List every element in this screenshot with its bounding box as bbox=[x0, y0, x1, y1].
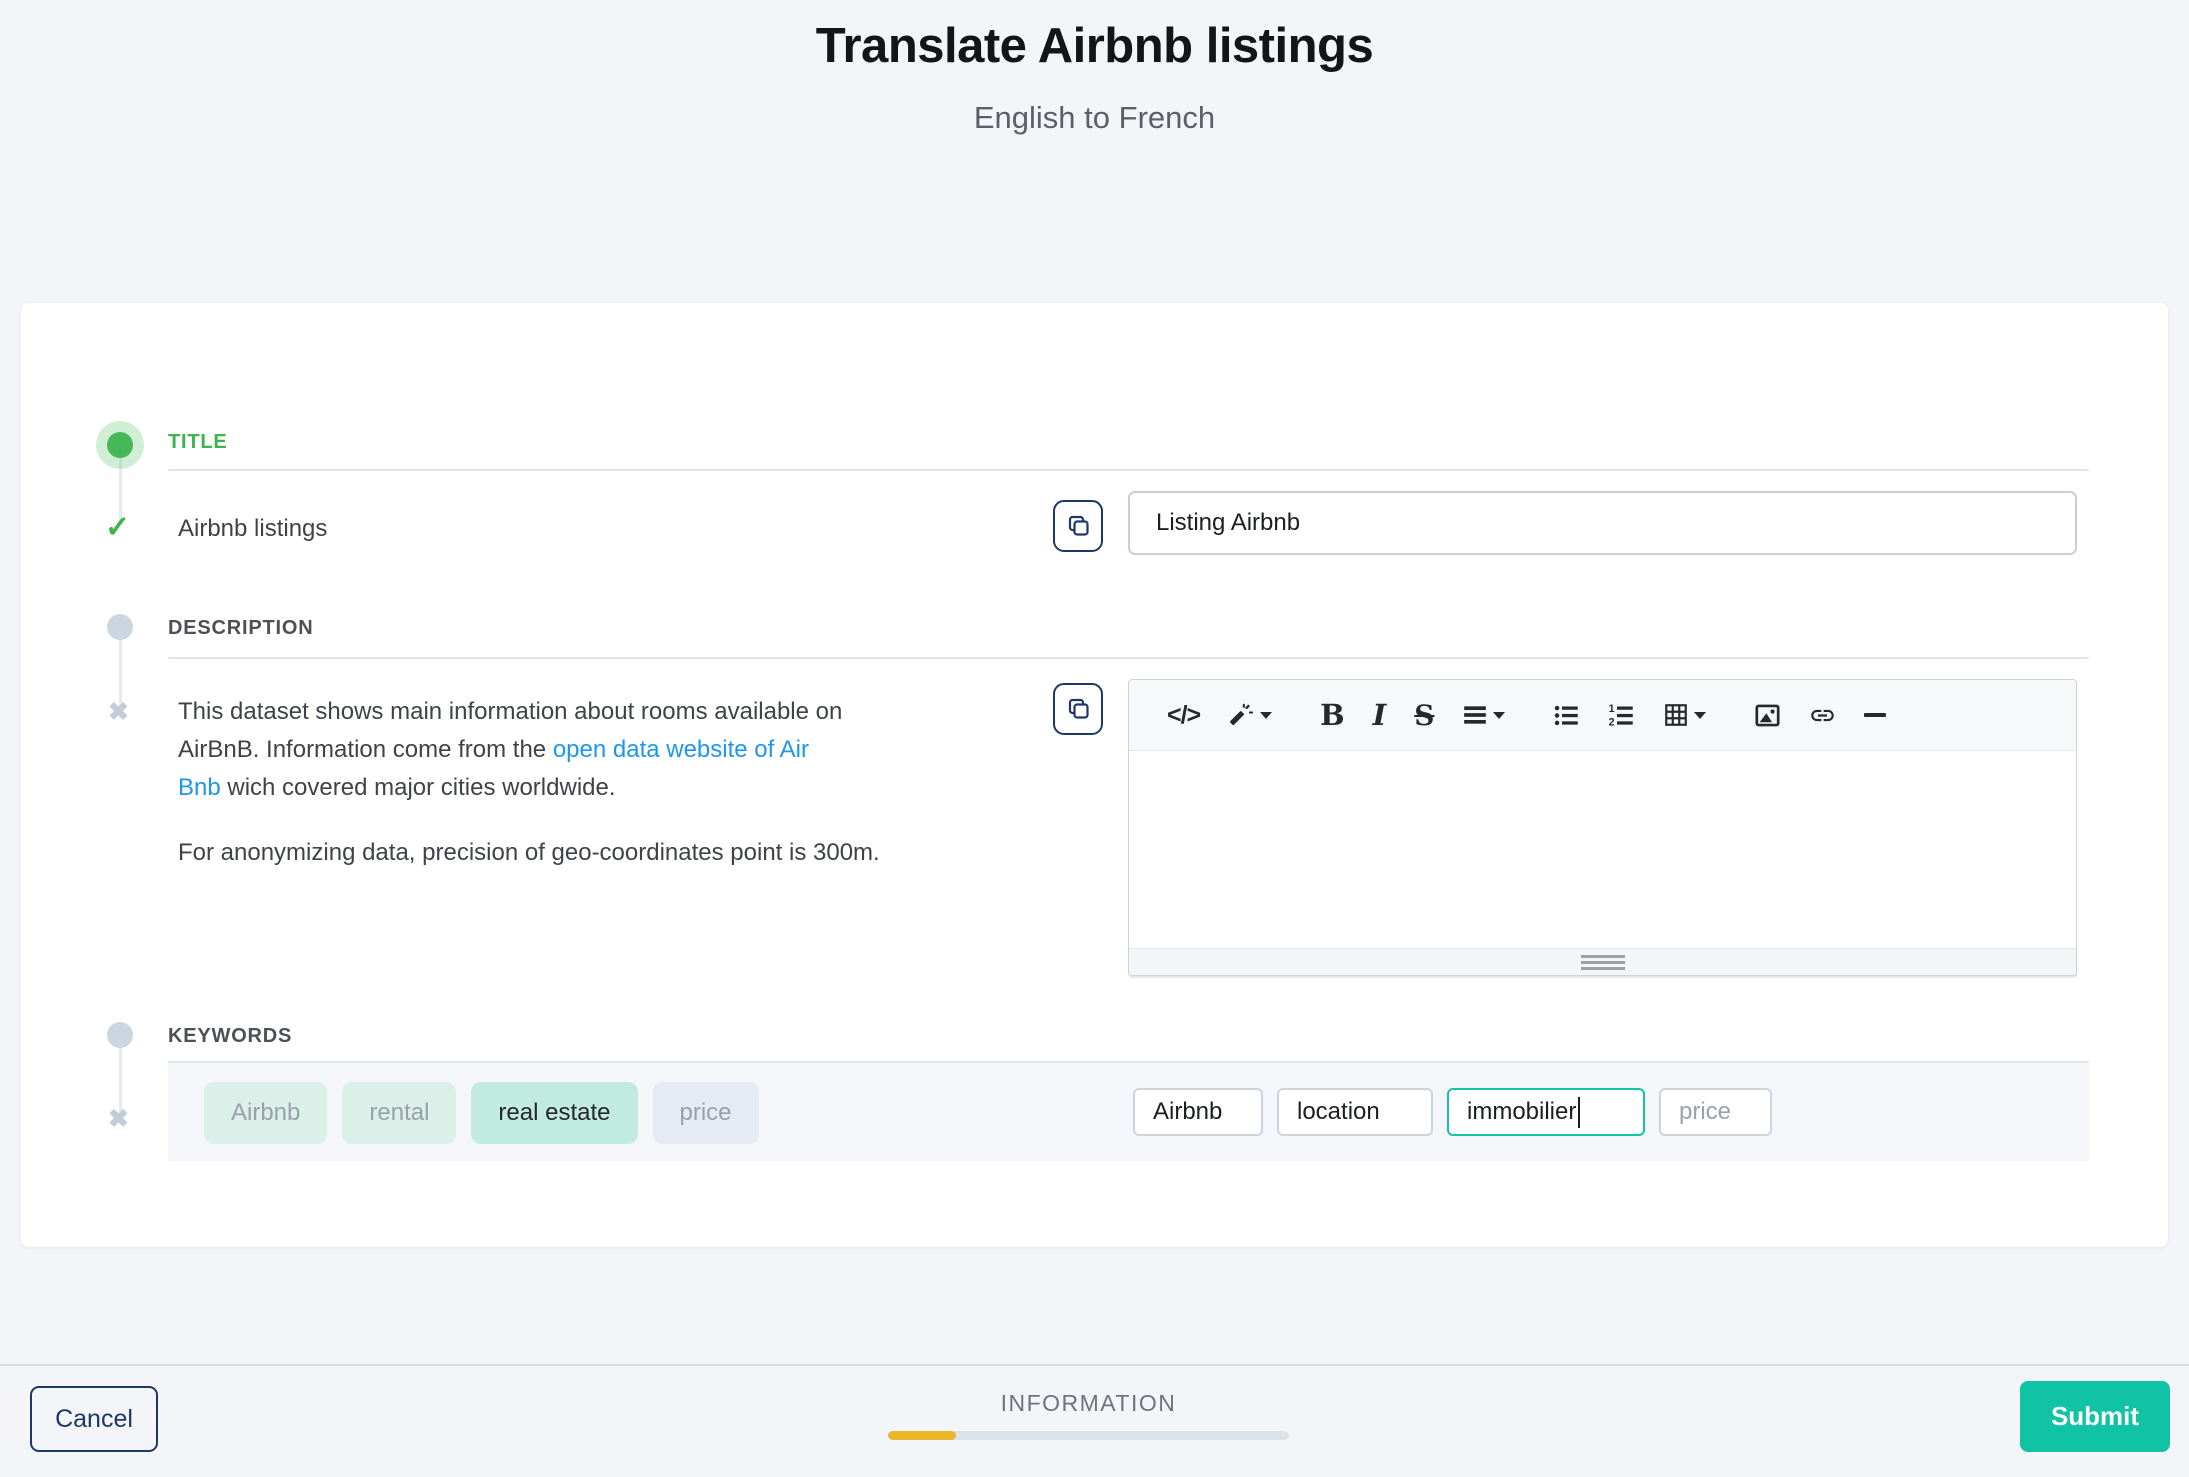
description-divider bbox=[168, 657, 2089, 659]
italic-icon[interactable]: I bbox=[1373, 698, 1387, 732]
copy-icon bbox=[1065, 513, 1092, 540]
keyword-input-value: immobilier bbox=[1467, 1098, 1576, 1126]
translation-card: ✓ TITLE Airbnb listings ✖ DESCRIPTION Th… bbox=[21, 303, 2168, 1247]
title-translation-input[interactable] bbox=[1128, 491, 2077, 555]
keyword-tag-airbnb[interactable]: Airbnb bbox=[204, 1082, 327, 1144]
keyword-tag-rental[interactable]: rental bbox=[342, 1082, 456, 1144]
description-step-dot bbox=[107, 614, 133, 640]
page-title: Translate Airbnb listings bbox=[0, 18, 2189, 74]
align-icon[interactable] bbox=[1462, 702, 1505, 728]
progress-track bbox=[888, 1431, 1289, 1440]
link-icon[interactable] bbox=[1809, 702, 1836, 729]
keywords-step-dot bbox=[107, 1022, 133, 1048]
keyword-input-3-focused[interactable]: immobilier bbox=[1447, 1088, 1645, 1136]
keywords-band: Airbnb rental real estate price Airbnb l… bbox=[168, 1061, 2089, 1161]
title-source-text: Airbnb listings bbox=[178, 515, 327, 543]
keywords-section-label: KEYWORDS bbox=[168, 1025, 292, 1048]
keyword-input-value: Airbnb bbox=[1153, 1098, 1222, 1126]
progress-label: INFORMATION bbox=[888, 1390, 1289, 1417]
page-subtitle: English to French bbox=[0, 100, 2189, 136]
bold-icon[interactable]: B bbox=[1320, 698, 1345, 732]
description-section-label: DESCRIPTION bbox=[168, 617, 313, 640]
page-header: Translate Airbnb listings English to Fre… bbox=[0, 0, 2189, 136]
progress-fill bbox=[888, 1431, 956, 1440]
submit-button[interactable]: Submit bbox=[2020, 1381, 2170, 1452]
keyword-input-2[interactable]: location bbox=[1277, 1088, 1433, 1136]
dropdown-caret bbox=[1493, 712, 1505, 719]
copy-icon bbox=[1065, 696, 1092, 723]
bullet-list-icon[interactable] bbox=[1553, 702, 1580, 729]
footer-bar: Cancel INFORMATION Submit bbox=[0, 1364, 2189, 1477]
description-text: This dataset shows main information abou… bbox=[178, 698, 842, 725]
keywords-source-tags: Airbnb rental real estate price bbox=[204, 1082, 759, 1144]
keywords-target-inputs: Airbnb location immobilier price bbox=[1133, 1088, 1772, 1136]
description-line: AirBnB. Information come from the open d… bbox=[178, 731, 1078, 769]
description-line: Bnb wich covered major cities worldwide. bbox=[178, 769, 1078, 807]
keyword-tag-real-estate[interactable]: real estate bbox=[471, 1082, 637, 1144]
description-line: This dataset shows main information abou… bbox=[178, 693, 1078, 731]
table-icon[interactable] bbox=[1663, 702, 1706, 728]
description-incomplete-x-icon: ✖ bbox=[108, 697, 129, 727]
code-view-icon[interactable]: </> bbox=[1167, 701, 1200, 730]
keyword-input-value: location bbox=[1297, 1098, 1380, 1126]
description-source-text: This dataset shows main information abou… bbox=[178, 693, 1078, 872]
title-complete-check-icon: ✓ bbox=[105, 510, 130, 545]
cancel-button[interactable]: Cancel bbox=[30, 1386, 158, 1452]
editor-resize-handle[interactable] bbox=[1129, 948, 2076, 975]
keyword-input-1[interactable]: Airbnb bbox=[1133, 1088, 1263, 1136]
text-cursor bbox=[1578, 1097, 1580, 1128]
magic-wand-icon[interactable] bbox=[1228, 702, 1272, 729]
horizontal-rule-icon[interactable] bbox=[1864, 713, 1886, 717]
keywords-incomplete-x-icon: ✖ bbox=[108, 1104, 129, 1134]
description-paragraph2: For anonymizing data, precision of geo-c… bbox=[178, 834, 1078, 872]
dropdown-caret bbox=[1694, 712, 1706, 719]
resize-grip-icon bbox=[1581, 955, 1625, 970]
keyword-input-placeholder: price bbox=[1679, 1098, 1731, 1126]
description-text: wich covered major cities worldwide. bbox=[221, 774, 616, 801]
description-rich-text-editor: </> B I S bbox=[1128, 679, 2077, 976]
title-copy-button[interactable] bbox=[1053, 500, 1103, 552]
open-data-link[interactable]: Bnb bbox=[178, 774, 221, 801]
description-text: AirBnB. Information come from the bbox=[178, 736, 553, 763]
dropdown-caret bbox=[1260, 712, 1272, 719]
editor-toolbar: </> B I S bbox=[1129, 680, 2076, 751]
numbered-list-icon[interactable]: 1 2 bbox=[1608, 702, 1635, 729]
strikethrough-icon[interactable]: S bbox=[1414, 699, 1434, 732]
title-step-dot-inner bbox=[107, 432, 133, 458]
title-step-dot bbox=[96, 421, 144, 469]
title-section-label: TITLE bbox=[168, 431, 228, 454]
open-data-link[interactable]: open data website of Air bbox=[553, 736, 809, 763]
svg-text:2: 2 bbox=[1609, 716, 1615, 728]
image-icon[interactable] bbox=[1754, 702, 1781, 729]
title-divider bbox=[168, 469, 2089, 471]
progress-section: INFORMATION bbox=[888, 1390, 1289, 1440]
horizontal-rule-glyph bbox=[1864, 713, 1886, 717]
svg-text:1: 1 bbox=[1609, 703, 1615, 715]
keyword-input-4[interactable]: price bbox=[1659, 1088, 1772, 1136]
description-copy-button[interactable] bbox=[1053, 683, 1103, 735]
keyword-tag-price[interactable]: price bbox=[653, 1082, 759, 1144]
description-editor-textarea[interactable] bbox=[1129, 751, 2076, 948]
